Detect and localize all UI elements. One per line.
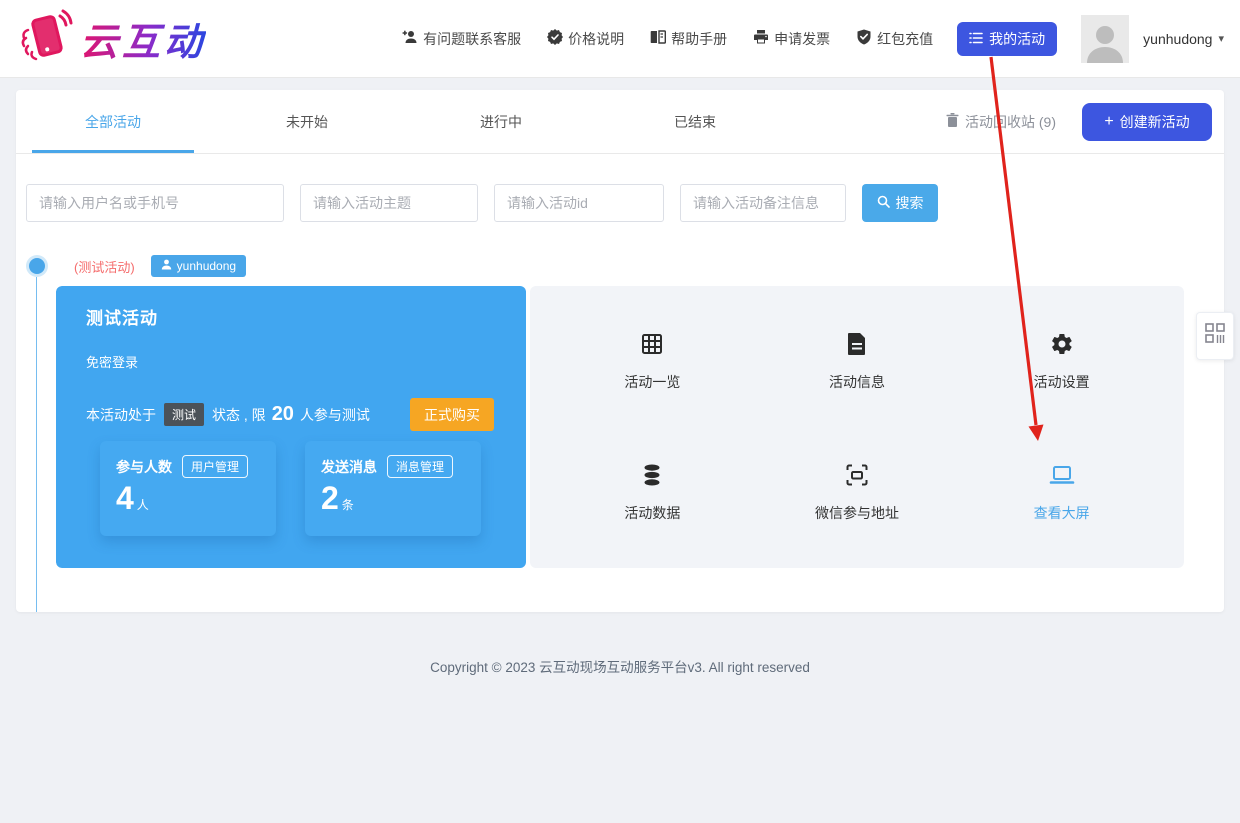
timeline-dot: [29, 258, 45, 274]
logo-phone-hand-icon: [16, 8, 74, 69]
status-limit-number: 20: [272, 403, 294, 426]
search-icon: [877, 195, 890, 211]
stats-row: 参与人数 用户管理 4人 发送消息 消息管理 2条: [100, 441, 526, 536]
activity-tag: (测试活动): [74, 257, 135, 276]
tabs: 全部活动 未开始 进行中 已结束: [16, 90, 792, 153]
avatar[interactable]: [1081, 15, 1129, 63]
nav-label: 有问题联系客服: [423, 29, 521, 49]
search-row: 搜索: [26, 184, 1224, 222]
database-icon: [640, 462, 664, 488]
buy-button[interactable]: 正式购买: [410, 398, 494, 431]
file-icon: [846, 331, 868, 357]
activity-meta: (测试活动) yunhudong: [29, 254, 1224, 278]
stat-value: 2条: [321, 482, 481, 514]
search-button[interactable]: 搜索: [862, 184, 938, 222]
stat-label: 发送消息: [321, 457, 377, 477]
status-prefix: 本活动处于: [86, 405, 156, 425]
mini-program-icon: [1205, 323, 1225, 350]
status-badge: 测试: [164, 403, 204, 426]
my-activities-label: 我的活动: [989, 29, 1045, 49]
activity-summary-panel: 测试活动 免密登录 本活动处于 测试 状态 , 限 20 人参与测试 正式购买 …: [56, 286, 526, 568]
qr-scan-icon: [845, 462, 869, 488]
person-icon: [161, 259, 172, 273]
activity-owner-name: yunhudong: [177, 259, 236, 273]
search-remark-input[interactable]: [680, 184, 846, 222]
page: 云互动 有问题联系客服: [0, 0, 1240, 823]
nav-label: 价格说明: [568, 29, 624, 49]
timeline-line: [36, 277, 37, 612]
tab-not-started[interactable]: 未开始: [210, 90, 404, 153]
seal-icon: [547, 29, 563, 48]
app-header: 云互动 有问题联系客服: [0, 0, 1240, 78]
activity-owner-badge[interactable]: yunhudong: [151, 255, 246, 277]
chevron-down-icon: ▾: [1218, 32, 1224, 45]
search-activity-id-input[interactable]: [494, 184, 664, 222]
brand-name: 云互动: [80, 11, 206, 66]
printer-icon: [753, 29, 769, 48]
message-management-button[interactable]: 消息管理: [387, 455, 453, 478]
search-button-label: 搜索: [896, 193, 924, 213]
activity-title: 测试活动: [86, 304, 526, 329]
activity-status-row: 本活动处于 测试 状态 , 限 20 人参与测试 正式购买: [86, 398, 526, 431]
stat-unit: 人: [137, 498, 149, 512]
nav-item-request-invoice[interactable]: 申请发票: [753, 29, 830, 49]
gear-icon: [1050, 331, 1074, 357]
action-view-big-screen[interactable]: 查看大屏: [1034, 462, 1090, 523]
nav-label: 申请发票: [774, 29, 830, 49]
action-activity-settings[interactable]: 活动设置: [1034, 331, 1090, 392]
floating-widget-button[interactable]: [1196, 312, 1234, 360]
user-plus-icon: [402, 29, 418, 48]
action-wechat-join-url[interactable]: 微信参与地址: [815, 462, 899, 523]
brand-logo[interactable]: 云互动: [16, 8, 206, 69]
stat-participants: 参与人数 用户管理 4人: [100, 441, 276, 536]
grid-icon: [640, 331, 664, 357]
search-topic-input[interactable]: [300, 184, 478, 222]
status-middle: 状态 , 限: [212, 405, 266, 425]
create-activity-button[interactable]: + 创建新活动: [1082, 103, 1212, 141]
status-suffix: 人参与测试: [300, 405, 370, 425]
action-activity-data[interactable]: 活动数据: [624, 462, 680, 523]
stat-unit: 条: [342, 498, 354, 512]
user-menu[interactable]: yunhudong ▾: [1143, 31, 1224, 47]
nav-item-help-manual[interactable]: 帮助手册: [650, 29, 727, 49]
my-activities-button[interactable]: 我的活动: [957, 22, 1057, 56]
create-activity-label: 创建新活动: [1120, 112, 1190, 132]
activity-actions-panel: 活动一览 活动信息: [530, 286, 1184, 568]
username: yunhudong: [1143, 31, 1212, 47]
footer-copyright: Copyright © 2023 云互动现场互动服务平台v3. All righ…: [0, 656, 1240, 676]
nav-label: 帮助手册: [671, 29, 727, 49]
search-username-input[interactable]: [26, 184, 284, 222]
tab-in-progress[interactable]: 进行中: [404, 90, 598, 153]
recycle-bin-link[interactable]: 活动回收站 (9): [946, 112, 1056, 132]
nav-item-redpacket-recharge[interactable]: 红包充值: [856, 29, 933, 49]
user-management-button[interactable]: 用户管理: [182, 455, 248, 478]
plus-icon: +: [1104, 114, 1113, 130]
list-icon: [969, 31, 983, 47]
activity-card: 测试活动 免密登录 本活动处于 测试 状态 , 限 20 人参与测试 正式购买 …: [56, 286, 1184, 568]
action-activity-info[interactable]: 活动信息: [829, 331, 885, 392]
top-nav: 有问题联系客服 价格说明: [402, 29, 933, 49]
tab-ended[interactable]: 已结束: [598, 90, 792, 153]
stat-value: 4人: [116, 482, 276, 514]
recycle-bin-label: 活动回收站 (9): [965, 112, 1056, 132]
nav-label: 红包充值: [877, 29, 933, 49]
stat-label: 参与人数: [116, 457, 172, 477]
tabs-row: 全部活动 未开始 进行中 已结束 活动回收站 (9) + 创建新活动: [16, 90, 1224, 154]
shield-check-icon: [856, 29, 872, 48]
book-icon: [650, 29, 666, 48]
activity-subtitle: 免密登录: [86, 352, 526, 371]
stat-messages: 发送消息 消息管理 2条: [305, 441, 481, 536]
action-activity-overview[interactable]: 活动一览: [624, 331, 680, 392]
main-panel: 全部活动 未开始 进行中 已结束 活动回收站 (9) + 创建新活动: [16, 90, 1224, 612]
trash-icon: [946, 113, 959, 130]
laptop-icon: [1049, 462, 1075, 488]
nav-item-contact-support[interactable]: 有问题联系客服: [402, 29, 521, 49]
tab-all-activities[interactable]: 全部活动: [16, 90, 210, 153]
nav-item-pricing[interactable]: 价格说明: [547, 29, 624, 49]
